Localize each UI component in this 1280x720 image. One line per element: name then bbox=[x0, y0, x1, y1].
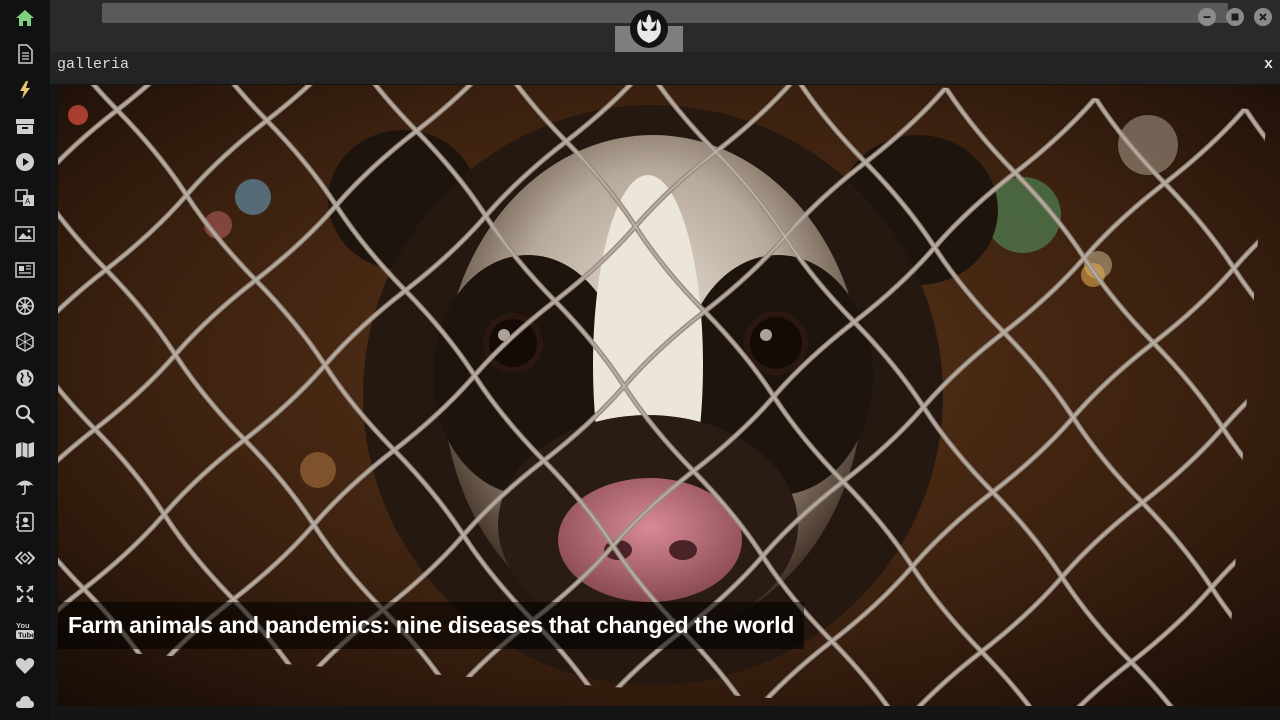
sidebar-item-helm[interactable] bbox=[13, 294, 37, 318]
sidebar-item-umbrella[interactable] bbox=[13, 474, 37, 498]
youtube-icon: YouTube bbox=[16, 621, 35, 640]
image-icon bbox=[15, 226, 35, 242]
minimize-button[interactable] bbox=[1198, 8, 1216, 26]
panel-footer bbox=[50, 706, 1280, 720]
panel-title: galleria bbox=[57, 56, 130, 73]
map-icon bbox=[16, 442, 34, 458]
sidebar-item-map[interactable] bbox=[13, 438, 37, 462]
document-icon bbox=[18, 44, 33, 64]
sidebar-item-expand[interactable] bbox=[13, 582, 37, 606]
code-icon bbox=[15, 551, 35, 565]
sidebar-item-newspaper[interactable] bbox=[13, 258, 37, 282]
sidebar-item-youtube[interactable]: You Tube bbox=[13, 618, 37, 642]
sidebar-item-globe[interactable] bbox=[13, 366, 37, 390]
sidebar-item-play[interactable] bbox=[13, 150, 37, 174]
close-window-button[interactable] bbox=[1254, 8, 1272, 26]
close-icon bbox=[1259, 13, 1267, 21]
svg-text:Tube: Tube bbox=[18, 631, 35, 640]
panel-header: galleria x bbox=[50, 52, 1280, 84]
sidebar-item-image[interactable] bbox=[13, 222, 37, 246]
sidebar-item-cloud[interactable] bbox=[13, 690, 37, 714]
sidebar-item-home[interactable] bbox=[13, 6, 37, 30]
gallery-slide[interactable]: Farm animals and pandemics: nine disease… bbox=[58, 85, 1280, 706]
sidebar-item-hexagon[interactable] bbox=[13, 330, 37, 354]
cloud-icon bbox=[16, 696, 34, 708]
sidebar-item-contact[interactable] bbox=[13, 510, 37, 534]
archive-icon bbox=[16, 119, 34, 134]
sidebar: A You Tube bbox=[0, 0, 50, 720]
globe-icon bbox=[16, 369, 34, 387]
lightning-icon bbox=[20, 81, 30, 99]
helm-icon bbox=[16, 297, 34, 315]
sidebar-item-code[interactable] bbox=[13, 546, 37, 570]
maximize-button[interactable] bbox=[1226, 8, 1244, 26]
home-icon bbox=[16, 10, 34, 26]
sidebar-item-archive[interactable] bbox=[13, 114, 37, 138]
umbrella-icon bbox=[16, 480, 34, 496]
svg-text:You: You bbox=[16, 621, 30, 630]
sidebar-item-translate[interactable]: A bbox=[13, 186, 37, 210]
newspaper-icon bbox=[15, 262, 35, 278]
maximize-icon bbox=[1231, 13, 1239, 21]
expand-icon bbox=[16, 585, 34, 603]
heart-icon bbox=[15, 658, 35, 674]
hexagon-icon bbox=[16, 332, 34, 352]
panel-close-button[interactable]: x bbox=[1264, 56, 1273, 73]
sidebar-item-lightning[interactable] bbox=[13, 78, 37, 102]
svg-text:A: A bbox=[25, 197, 31, 206]
gallery-caption: Farm animals and pandemics: nine disease… bbox=[58, 602, 804, 649]
search-icon bbox=[15, 404, 35, 424]
rebel-alliance-icon bbox=[630, 10, 668, 48]
translate-icon: A bbox=[15, 189, 34, 206]
sidebar-item-heart[interactable] bbox=[13, 654, 37, 678]
minimize-icon bbox=[1203, 16, 1211, 18]
sidebar-item-document[interactable] bbox=[13, 42, 37, 66]
contact-icon bbox=[16, 512, 34, 532]
sidebar-item-search[interactable] bbox=[13, 402, 37, 426]
play-icon bbox=[16, 153, 34, 171]
